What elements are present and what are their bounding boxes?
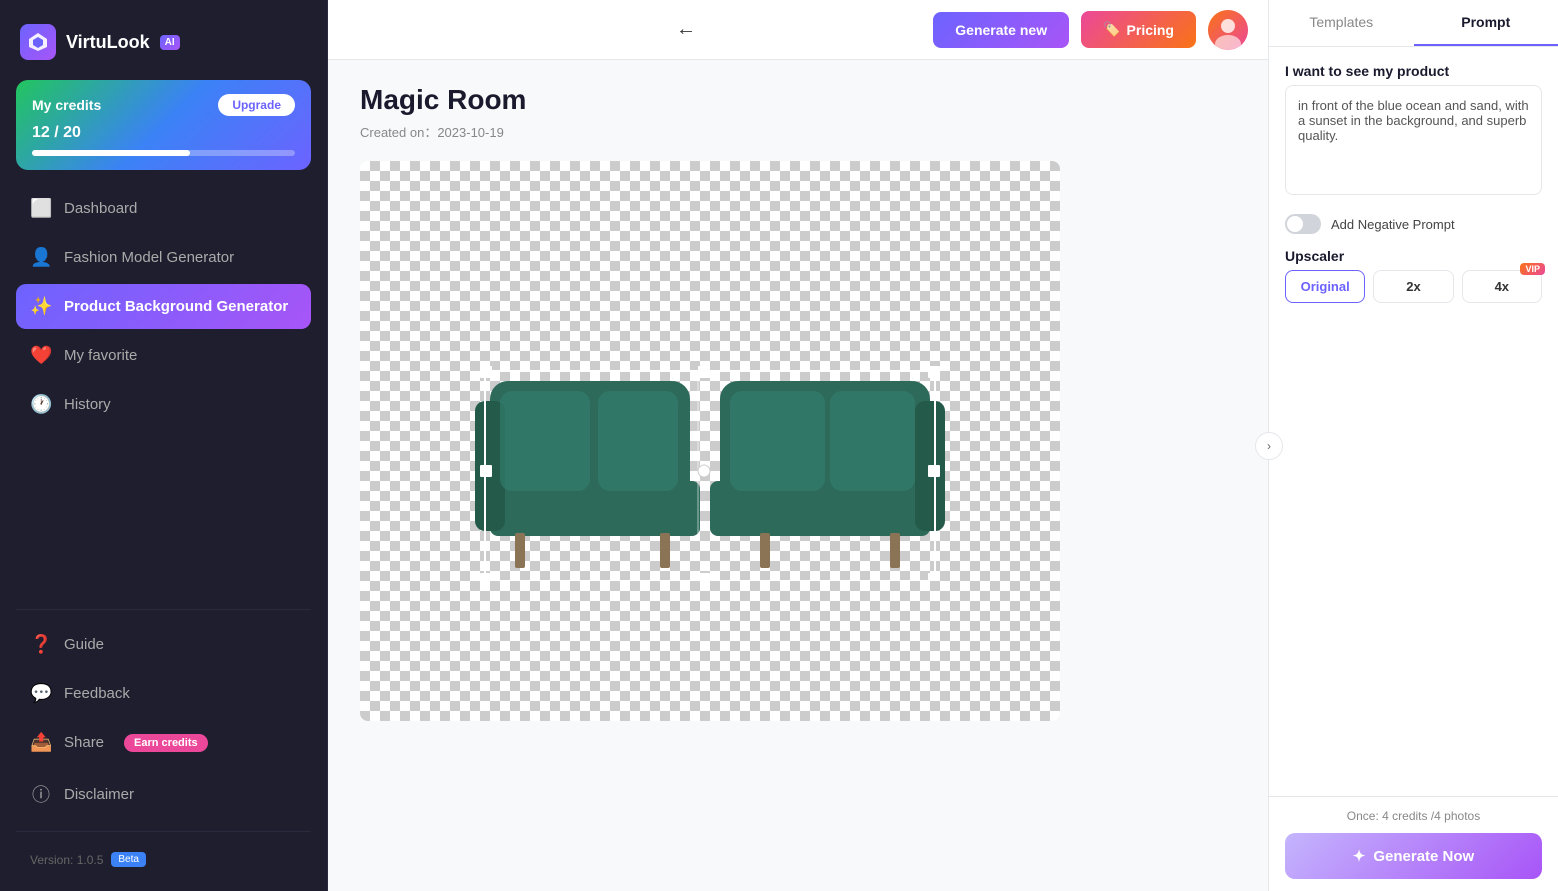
- sidebar: VirtuLook AI My credits Upgrade 12 / 20 …: [0, 0, 328, 891]
- generate-new-button[interactable]: Generate new: [933, 12, 1069, 48]
- sidebar-item-label: Share: [64, 734, 104, 751]
- generate-icon: ✦: [1353, 847, 1366, 865]
- sidebar-item-disclaimer[interactable]: ⓘ Disclaimer: [16, 769, 311, 819]
- main-header: Generate new 🏷️ Pricing: [328, 0, 1268, 60]
- sidebar-item-guide[interactable]: ❓ Guide: [16, 622, 311, 667]
- sidebar-item-label: Disclaimer: [64, 786, 134, 803]
- image-canvas[interactable]: [360, 161, 1060, 721]
- credits-bar-fill: [32, 150, 190, 156]
- product-image: [460, 301, 960, 581]
- sidebar-item-my-favorite[interactable]: ❤️ My favorite: [16, 333, 311, 378]
- sidebar-item-fashion-model[interactable]: 👤 Fashion Model Generator: [16, 235, 311, 280]
- sidebar-item-label: Guide: [64, 636, 104, 653]
- sidebar-item-feedback[interactable]: 💬 Feedback: [16, 671, 311, 716]
- version-text: Version: 1.0.5: [30, 853, 103, 867]
- beta-badge: Beta: [111, 852, 146, 867]
- prompt-section: I want to see my product in front of the…: [1285, 63, 1542, 200]
- toggle-knob: [1287, 216, 1303, 232]
- upscaler-2x-button[interactable]: 2x: [1373, 270, 1453, 303]
- upscaler-options: Original 2x 4x VIP: [1285, 270, 1542, 303]
- right-panel: › Templates Prompt I want to see my prod…: [1268, 0, 1558, 891]
- sidebar-item-label: Fashion Model Generator: [64, 249, 234, 266]
- sparkle-icon: ✨: [30, 296, 52, 317]
- back-button[interactable]: ←: [676, 18, 696, 41]
- avatar[interactable]: [1208, 10, 1248, 50]
- version-area: Version: 1.0.5 Beta: [16, 844, 311, 875]
- pricing-label: Pricing: [1127, 22, 1174, 38]
- credits-info: Once: 4 credits /4 photos: [1285, 809, 1542, 823]
- sidebar-item-label: Dashboard: [64, 200, 137, 217]
- logo-area: VirtuLook AI: [16, 16, 311, 76]
- sidebar-item-label: My favorite: [64, 347, 137, 364]
- credits-bar-background: [32, 150, 295, 156]
- sidebar-item-product-bg[interactable]: ✨ Product Background Generator: [16, 284, 311, 329]
- panel-body: I want to see my product in front of the…: [1269, 47, 1558, 796]
- app-name: VirtuLook: [66, 32, 150, 53]
- generate-label: Generate Now: [1373, 848, 1474, 865]
- upscaler-label: Upscaler: [1285, 248, 1542, 264]
- tab-templates[interactable]: Templates: [1269, 0, 1414, 46]
- credits-amount: 12 / 20: [32, 124, 295, 142]
- nav-divider: [16, 609, 311, 610]
- upscaler-section: Upscaler Original 2x 4x VIP: [1285, 248, 1542, 303]
- vip-badge: VIP: [1520, 263, 1545, 275]
- credits-card: My credits Upgrade 12 / 20: [16, 80, 311, 170]
- heart-icon: ❤️: [30, 345, 52, 366]
- logo-icon: [20, 24, 56, 60]
- upscaler-4x-button[interactable]: 4x VIP: [1462, 270, 1542, 303]
- clock-icon: 🕐: [30, 394, 52, 415]
- sidebar-item-label: Feedback: [64, 685, 130, 702]
- negative-prompt-row: Add Negative Prompt: [1285, 214, 1542, 234]
- disclaimer-icon: ⓘ: [30, 781, 52, 807]
- feedback-icon: 💬: [30, 683, 52, 704]
- version-divider: [16, 831, 311, 832]
- main-content: Generate new 🏷️ Pricing ← Magic Room: [328, 0, 1268, 891]
- earn-credits-badge: Earn credits: [124, 734, 208, 752]
- canvas-area: Magic Room Created on：2023-10-19: [328, 60, 1268, 891]
- credits-title: My credits: [32, 97, 101, 113]
- pricing-icon: 🏷️: [1103, 21, 1120, 38]
- negative-prompt-label: Add Negative Prompt: [1331, 217, 1455, 232]
- upscaler-original-button[interactable]: Original: [1285, 270, 1365, 303]
- panel-chevron[interactable]: ›: [1255, 432, 1283, 460]
- sidebar-item-share[interactable]: 📤 Share Earn credits: [16, 720, 311, 765]
- prompt-textarea[interactable]: in front of the blue ocean and sand, wit…: [1285, 85, 1542, 195]
- generate-now-button[interactable]: ✦ Generate Now: [1285, 833, 1542, 879]
- share-icon: 📤: [30, 732, 52, 753]
- page-title: Magic Room: [360, 84, 1236, 116]
- prompt-label: I want to see my product: [1285, 63, 1542, 79]
- guide-icon: ❓: [30, 634, 52, 655]
- person-icon: 👤: [30, 247, 52, 268]
- panel-tabs: Templates Prompt: [1269, 0, 1558, 47]
- upgrade-button[interactable]: Upgrade: [218, 94, 295, 116]
- negative-prompt-toggle[interactable]: [1285, 214, 1321, 234]
- sidebar-item-dashboard[interactable]: ⬜ Dashboard: [16, 186, 311, 231]
- sidebar-item-label: History: [64, 396, 111, 413]
- sidebar-item-history[interactable]: 🕐 History: [16, 382, 311, 427]
- tab-prompt[interactable]: Prompt: [1414, 0, 1558, 46]
- created-date: Created on：2023-10-19: [360, 122, 1236, 141]
- dashboard-icon: ⬜: [30, 198, 52, 219]
- panel-footer: Once: 4 credits /4 photos ✦ Generate Now: [1269, 796, 1558, 891]
- ai-badge: AI: [160, 35, 180, 50]
- sidebar-item-label: Product Background Generator: [64, 298, 288, 315]
- pricing-button[interactable]: 🏷️ Pricing: [1081, 11, 1196, 48]
